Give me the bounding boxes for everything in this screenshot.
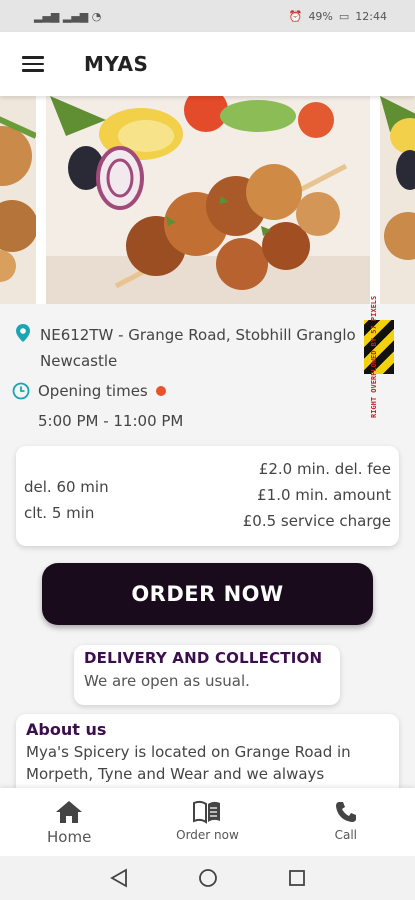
min-delivery-fee: £2.0 min. del. fee [258, 460, 391, 478]
location-pin-icon [16, 324, 30, 342]
recents-square-icon[interactable] [288, 869, 306, 887]
status-right: ⏰ 49% ▭ 12:44 [289, 10, 387, 23]
restaurant-info: NE612TW - Grange Road, Stobhill Granglo … [0, 304, 415, 444]
carousel-slide-next[interactable] [380, 96, 415, 304]
bottom-navigation: Home Order now Call [0, 788, 415, 856]
menu-book-icon [193, 800, 221, 824]
clock-icon [12, 382, 30, 400]
service-charge: £0.5 service charge [242, 512, 391, 530]
home-circle-icon[interactable] [198, 868, 218, 888]
alarm-icon: ⏰ [288, 9, 303, 23]
nav-label-order-now: Order now [176, 828, 239, 842]
delivery-time: del. 60 min [24, 478, 109, 496]
about-us-card: About us Mya's Spicery is located on Gra… [16, 714, 399, 792]
about-text: Mya's Spicery is located on Grange Road … [26, 743, 351, 783]
battery-icon: ▭ [338, 9, 350, 23]
app-bar: MYAS [0, 32, 415, 96]
times-column: del. 60 min clt. 5 min [24, 474, 109, 526]
carousel-slide-previous[interactable] [0, 96, 36, 304]
battery-percent: 49% [308, 9, 333, 23]
opening-times-row: Opening times [12, 382, 166, 400]
min-amount: £1.0 min. amount [257, 486, 391, 504]
collection-time: clt. 5 min [24, 504, 95, 522]
address-line-2: Newcastle [40, 352, 118, 370]
overflow-warning-text: RIGHT OVERFLOWED BY 57 PIXELS [370, 295, 378, 418]
delivery-notice-card: DELIVERY AND COLLECTION We are open as u… [74, 645, 340, 705]
opening-hours-value: 5:00 PM - 11:00 PM [38, 412, 184, 430]
notice-text: We are open as usual. [84, 672, 250, 690]
network-status: ▂▄▆ ▂▄▆ ◔ [34, 10, 101, 23]
overflow-warning-stripe [364, 320, 394, 374]
nav-item-call[interactable]: Call [277, 788, 415, 856]
app-title: MYAS [84, 52, 149, 76]
address-text: NE612TW - Grange Road, Stobhill Granglo … [40, 322, 370, 374]
status-bar: ▂▄▆ ▂▄▆ ◔ ⏰ 49% ▭ 12:44 [0, 0, 415, 32]
nav-item-order-now[interactable]: Order now [138, 788, 276, 856]
system-navigation-bar [0, 856, 415, 900]
about-title: About us [26, 720, 107, 739]
phone-icon [335, 802, 356, 822]
open-status-dot [155, 386, 166, 396]
order-now-button[interactable]: ORDER NOW [42, 563, 373, 625]
carousel-slide-main[interactable] [46, 96, 370, 304]
image-carousel[interactable] [0, 96, 415, 304]
nav-label-call: Call [334, 828, 358, 842]
notice-title: DELIVERY AND COLLECTION [84, 649, 323, 667]
hamburger-menu-icon[interactable] [22, 56, 44, 72]
address-row: NE612TW - Grange Road, Stobhill Granglo … [16, 322, 376, 374]
fees-card: del. 60 min clt. 5 min £2.0 min. del. fe… [16, 446, 399, 546]
home-icon [56, 801, 83, 823]
fees-column: £2.0 min. del. fee £1.0 min. amount £0.5… [243, 456, 391, 534]
clock-time: 12:44 [355, 9, 387, 23]
opening-times-label: Opening times [38, 382, 148, 400]
address-line-1-tail: lo [342, 326, 356, 344]
address-line-1: NE612TW - Grange Road, Stobhill Grang [40, 326, 343, 344]
signal-icon: ▂▄▆ ▂▄▆ ◔ [34, 9, 102, 23]
back-triangle-icon[interactable] [109, 868, 128, 888]
nav-label-home: Home [47, 828, 92, 846]
nav-item-home[interactable]: Home [0, 788, 138, 856]
